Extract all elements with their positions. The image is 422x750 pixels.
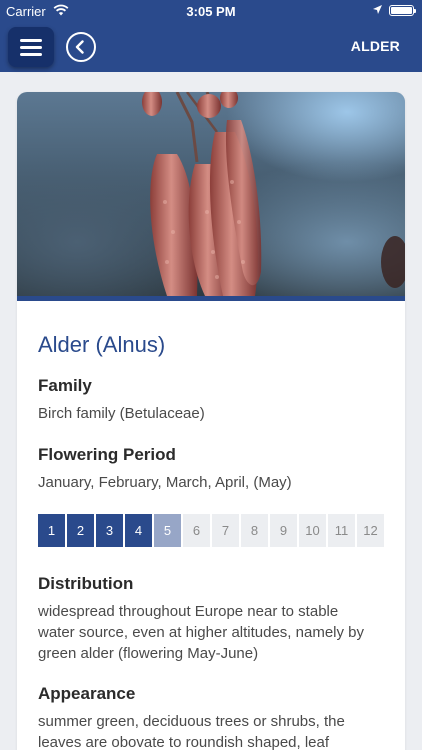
flowering-heading: Flowering Period	[38, 445, 176, 464]
chevron-left-icon	[75, 40, 84, 54]
month-12: 12	[357, 514, 384, 547]
photo-divider	[17, 296, 405, 301]
battery-icon	[389, 5, 416, 16]
location-arrow-icon	[373, 5, 382, 14]
month-1: 1	[38, 514, 65, 547]
appearance-heading: Appearance	[38, 684, 136, 703]
back-button[interactable]	[66, 32, 96, 62]
month-4: 4	[125, 514, 152, 547]
family-heading: Family	[38, 376, 92, 395]
month-7: 7	[212, 514, 239, 547]
month-8: 8	[241, 514, 268, 547]
month-10: 10	[299, 514, 326, 547]
status-time: 3:05 PM	[186, 4, 236, 19]
distribution-heading: Distribution	[38, 574, 134, 593]
month-2: 2	[67, 514, 94, 547]
month-3: 3	[96, 514, 123, 547]
family-value: Birch family (Betulaceae)	[38, 405, 205, 422]
nav-bar: ALDER	[0, 22, 422, 72]
month-11: 11	[328, 514, 355, 547]
flowering-value: January, February, March, April, (May)	[38, 474, 292, 491]
plant-name: Alder (Alnus)	[38, 332, 166, 357]
hamburger-icon	[20, 39, 42, 42]
month-9: 9	[270, 514, 297, 547]
distribution-value: widespread throughout Europe near to sta…	[38, 603, 365, 662]
plant-detail-card: Alder (Alnus) Family Birch family (Betul…	[17, 92, 405, 750]
alder-catkins-image	[142, 92, 405, 296]
plant-photo	[17, 92, 405, 296]
month-6: 6	[183, 514, 210, 547]
month-5: 5	[154, 514, 181, 547]
menu-button[interactable]	[8, 27, 54, 67]
status-bar: Carrier 3:05 PM	[0, 0, 422, 22]
appearance-value: summer green, deciduous trees or shrubs,…	[38, 713, 345, 750]
nav-title: ALDER	[350, 38, 400, 54]
